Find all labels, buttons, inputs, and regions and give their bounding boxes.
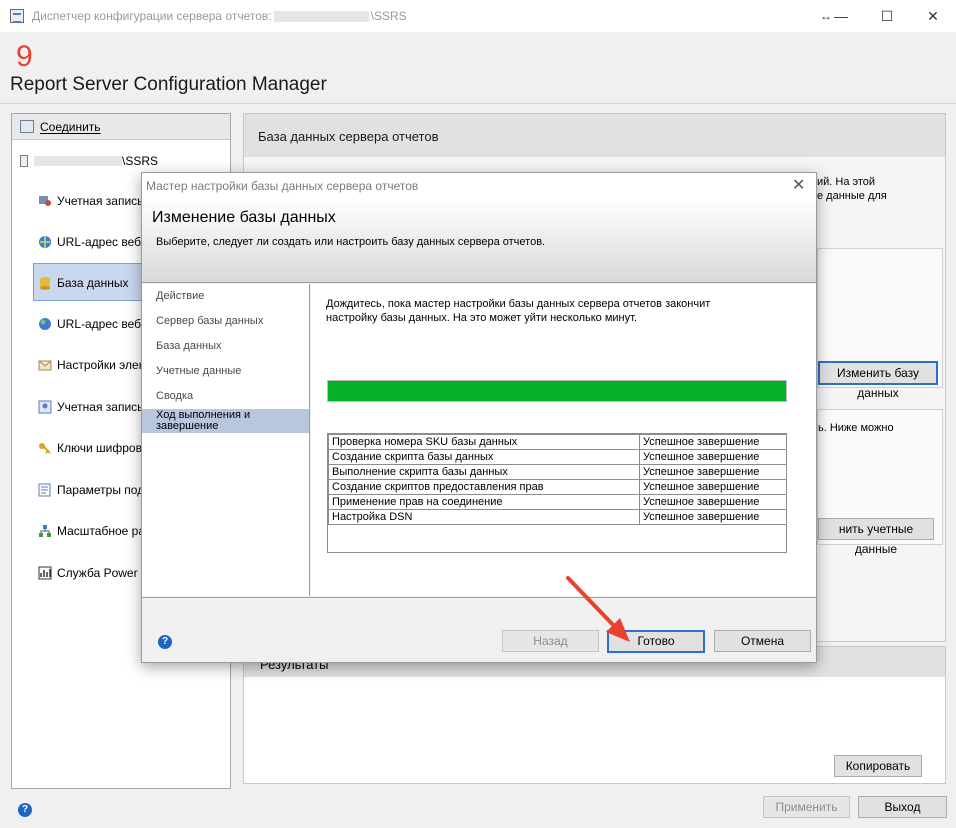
- apply-button[interactable]: Применить: [763, 796, 850, 818]
- task-status-table: Проверка номера SKU базы данных Успешное …: [327, 433, 787, 553]
- server-name-label: \SSRS: [122, 154, 159, 168]
- scale-out-icon: [39, 525, 51, 537]
- sidebar-item-label: Учетная запись в: [57, 400, 154, 414]
- credentials-groupbox: ь. Ниже можно нить учетные данные: [817, 409, 943, 556]
- dialog-header: Изменение базы данных Выберите, следует …: [142, 199, 816, 283]
- connect-label: Соединить: [40, 120, 101, 134]
- wait-message: Дождитесь, пока мастер настройки базы да…: [326, 298, 711, 324]
- service-account-icon: [39, 196, 51, 206]
- description-line: е данные для: [817, 190, 887, 202]
- sidebar-item-label: База данных: [57, 276, 129, 290]
- close-button[interactable]: ✕: [910, 0, 956, 32]
- sidebar-item-label: Служба Power BI: [57, 566, 153, 580]
- sidebar-item-label: Масштабное раз: [57, 524, 151, 538]
- maximize-button[interactable]: ☐: [864, 0, 910, 32]
- dialog-titlebar: Мастер настройки базы данных сервера отч…: [142, 173, 816, 199]
- task-status: Успешное завершение: [639, 509, 787, 525]
- task-status: Успешное завершение: [639, 464, 787, 480]
- annotation-arrow-icon: [566, 576, 630, 642]
- app-header-title: Report Server Configuration Manager: [10, 74, 327, 95]
- dialog-close-icon[interactable]: ✕: [792, 175, 805, 195]
- change-credentials-button[interactable]: нить учетные данные: [818, 518, 934, 556]
- sidebar-item-label: Настройки элект: [57, 358, 150, 372]
- app-icon: [10, 9, 24, 23]
- window-title-suffix: \SSRS: [370, 9, 407, 23]
- email-settings-icon: [38, 360, 52, 371]
- wizard-main-area: Дождитесь, пока мастер настройки базы да…: [311, 284, 816, 596]
- task-name: Применение прав на соединение: [328, 494, 640, 510]
- redacted-server-name: [273, 11, 369, 23]
- table-row: Применение прав на соединение Успешное за…: [328, 494, 787, 510]
- results-panel: Результаты Копировать: [243, 646, 946, 784]
- encryption-keys-icon: [39, 443, 51, 454]
- dialog-title: Мастер настройки базы данных сервера отч…: [146, 179, 419, 193]
- table-row: Проверка номера SKU базы данных Успешное …: [328, 434, 787, 450]
- dialog-heading: Изменение базы данных: [152, 209, 336, 226]
- connect-icon: [20, 120, 34, 133]
- task-name: Проверка номера SKU базы данных: [328, 434, 640, 450]
- task-status: Успешное завершение: [639, 479, 787, 495]
- execution-account-icon: [38, 400, 52, 414]
- task-status: Успешное завершение: [639, 494, 787, 510]
- section-title: База данных сервера отчетов: [258, 129, 439, 144]
- annotation-step-number: 9: [16, 40, 33, 73]
- web-service-url-icon: [39, 236, 51, 248]
- description-line: ий. На этой: [817, 176, 876, 188]
- section-description: ий. На этой е данные для: [817, 175, 887, 203]
- exit-button[interactable]: Выход: [858, 796, 947, 818]
- wizard-step-current: Ход выполнения и завершение: [142, 409, 309, 433]
- task-name: Создание скриптов предоставления прав: [328, 479, 640, 495]
- table-row: Создание скриптов предоставления прав Усп…: [328, 479, 787, 495]
- section-header: База данных сервера отчетов: [244, 114, 945, 157]
- wizard-step: Сервер базы данных: [156, 315, 264, 327]
- window-titlebar: Диспетчер конфигурации сервера отчетов: \…: [0, 0, 956, 32]
- task-name: Настройка DSN: [328, 509, 640, 525]
- progress-bar: [327, 380, 787, 402]
- server-node[interactable]: \SSRS: [12, 152, 230, 170]
- dialog-subheading: Выберите, следует ли создать или настрои…: [156, 236, 546, 248]
- database-groupbox: Изменить базу данных: [817, 248, 943, 400]
- table-row: Настройка DSN Успешное завершение: [328, 509, 787, 525]
- table-row: Выполнение скрипта базы данных Успешное з…: [328, 464, 787, 480]
- dialog-footer: ? Назад Готово Отмена: [142, 597, 816, 662]
- copy-button[interactable]: Копировать: [834, 755, 922, 777]
- subscription-settings-icon: [38, 483, 51, 497]
- wizard-step: Сводка: [156, 390, 194, 402]
- header-divider: [0, 103, 956, 104]
- task-status: Успешное завершение: [639, 449, 787, 465]
- wizard-step: База данных: [156, 340, 222, 352]
- progress-fill: [328, 381, 786, 401]
- database-wizard-dialog: Мастер настройки базы данных сервера отч…: [141, 172, 817, 663]
- wizard-step: Действие: [156, 290, 205, 302]
- task-name: Выполнение скрипта базы данных: [328, 464, 640, 480]
- minimize-button[interactable]: —: [818, 0, 864, 32]
- database-icon: [40, 277, 50, 290]
- sidebar-item-label: Параметры подп: [57, 483, 151, 497]
- wizard-steps: Действие Сервер базы данных База данных …: [142, 284, 310, 596]
- connect-button[interactable]: Соединить: [12, 114, 230, 140]
- help-icon[interactable]: ?: [18, 803, 32, 817]
- cancel-button[interactable]: Отмена: [714, 630, 811, 652]
- table-row: Создание скрипта базы данных Успешное зав…: [328, 449, 787, 465]
- redacted-server-name: [34, 156, 122, 166]
- wizard-step: Учетные данные: [156, 365, 242, 377]
- task-name: Создание скрипта базы данных: [328, 449, 640, 465]
- window-title: Диспетчер конфигурации сервера отчетов: \…: [32, 9, 407, 23]
- sidebar-item-label: Учетная запись с: [57, 194, 153, 208]
- server-icon: [20, 155, 28, 167]
- power-bi-icon: [38, 566, 52, 580]
- web-portal-url-icon: [39, 318, 51, 330]
- dialog-help-icon[interactable]: ?: [158, 635, 172, 649]
- window-title-prefix: Диспетчер конфигурации сервера отчетов:: [32, 9, 272, 23]
- credentials-description: ь. Ниже можно: [818, 422, 894, 434]
- task-status: Успешное завершение: [639, 434, 787, 450]
- change-database-button[interactable]: Изменить базу данных: [818, 361, 938, 400]
